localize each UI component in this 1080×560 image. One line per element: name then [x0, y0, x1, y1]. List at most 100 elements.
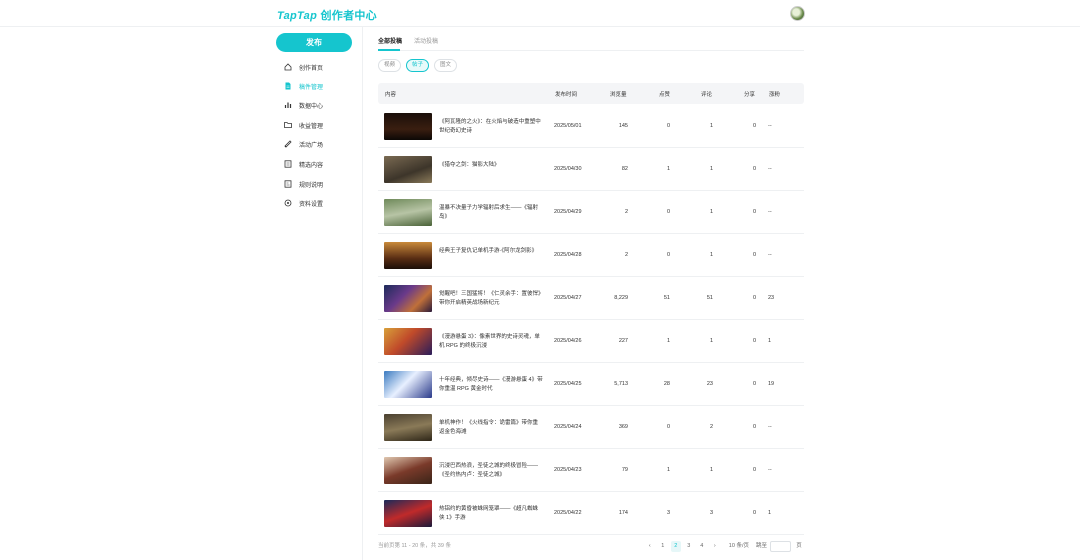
- cell-likes: 0: [666, 209, 670, 215]
- cell-shares: 0: [752, 338, 756, 344]
- post-title[interactable]: 沉浸巴西热浪，圣徒之城的终极冒险——《圣约热内卢：圣徒之城》: [439, 462, 543, 480]
- post-thumbnail[interactable]: [384, 199, 432, 226]
- sidebar-item-label: 精选内容: [299, 162, 324, 169]
- tab-all-submissions[interactable]: 全部投稿: [378, 36, 402, 45]
- post-thumbnail[interactable]: [384, 457, 432, 484]
- table-row[interactable]: 十年经典，倾尽史诗——《漫游悬蛋 4》带你重温 RPG 黄金时代 2025/04/…: [378, 363, 804, 406]
- post-title[interactable]: 觉醒吧！三国猛将！《仁灵余手：置彼悍》带你开启精英战场新纪元: [439, 290, 543, 308]
- cell-shares: 0: [752, 381, 756, 387]
- table-row[interactable]: 觉醒吧！三国猛将！《仁灵余手：置彼悍》带你开启精英战场新纪元 2025/04/27…: [378, 277, 804, 320]
- sidebar-item-manuscripts[interactable]: 稿件管理: [284, 79, 323, 93]
- cell-shares: 0: [752, 467, 756, 473]
- filter-video[interactable]: 视频: [378, 59, 402, 72]
- post-title[interactable]: 经典王子复仇记单机手游·《阿尔龙剑影》: [439, 247, 543, 256]
- page-size-select[interactable]: 10 条/页: [729, 541, 749, 552]
- list-icon: [284, 160, 292, 168]
- logo[interactable]: TapTap 创作者中心: [277, 7, 377, 23]
- page-2[interactable]: 2: [670, 541, 681, 552]
- post-title[interactable]: 《漫游悬蛋 3》：像素世界的史诗灵魂，单机 RPG 的终极沉浸: [439, 333, 543, 351]
- cell-date: 2025/04/22: [554, 510, 582, 516]
- table-row[interactable]: 《阿瓦隆的之火》：在火焰与破造中重塑中世纪奇幻史诗 2025/05/01 145 0 1…: [378, 105, 804, 148]
- cell-shares: 0: [752, 123, 756, 129]
- cell-likes: 1: [666, 338, 670, 344]
- cell-views: 369: [618, 424, 628, 430]
- cell-followers: 23: [768, 295, 775, 301]
- post-title[interactable]: 温暴不决量子力学辐射后求生——《辐射岛》: [439, 204, 543, 222]
- sidebar-item-label: 资料设置: [299, 201, 324, 208]
- table-row[interactable]: 《猎夺之剑：猫影大陆》 2025/04/30 82 1 1 0 --: [378, 148, 804, 191]
- prev-page-icon[interactable]: ‹: [645, 541, 655, 552]
- sidebar-item-settings[interactable]: 资料设置: [284, 196, 323, 210]
- tab-event-submissions[interactable]: 活动投稿: [414, 36, 438, 45]
- cell-likes: 0: [666, 123, 670, 129]
- cell-views: 8,229: [614, 295, 628, 301]
- post-thumbnail[interactable]: [384, 156, 432, 183]
- sidebar-item-events[interactable]: 活动广场: [284, 137, 323, 151]
- cell-date: 2025/05/01: [554, 123, 582, 129]
- page-1[interactable]: 1: [658, 541, 668, 552]
- pagination-summary: 当前页第 11 - 20 条，共 39 条: [378, 543, 451, 549]
- post-title[interactable]: 《阿瓦隆的之火》：在火焰与破造中重塑中世纪奇幻史诗: [439, 118, 543, 136]
- next-page-icon[interactable]: ›: [710, 541, 720, 552]
- page-3[interactable]: 3: [684, 541, 694, 552]
- cell-followers: --: [768, 424, 772, 430]
- header-shares: 分享: [744, 92, 756, 98]
- post-thumbnail[interactable]: [384, 242, 432, 269]
- cell-comments: 1: [709, 252, 713, 258]
- type-filter: 视频 帖子 图文: [378, 59, 458, 73]
- cell-views: 5,713: [614, 381, 628, 387]
- avatar[interactable]: [790, 6, 805, 21]
- sidebar-item-rules[interactable]: 规则说明: [284, 177, 323, 191]
- table-row[interactable]: 温暴不决量子力学辐射后求生——《辐射岛》 2025/04/29 2 0 1 0 --: [378, 191, 804, 234]
- post-thumbnail[interactable]: [384, 414, 432, 441]
- filter-image-text[interactable]: 图文: [434, 59, 458, 72]
- goto-page-input[interactable]: [770, 541, 791, 552]
- sidebar-item-data-center[interactable]: 数据中心: [284, 98, 323, 112]
- cell-date: 2025/04/27: [554, 295, 582, 301]
- sidebar-item-earnings[interactable]: 收益管理: [284, 118, 323, 132]
- cell-comments: 23: [706, 381, 713, 387]
- table-row[interactable]: 《漫游悬蛋 3》：像素世界的史诗灵魂，单机 RPG 的终极沉浸 2025/04/2…: [378, 320, 804, 363]
- cell-date: 2025/04/25: [554, 381, 582, 387]
- header-likes: 点赞: [659, 92, 671, 98]
- post-thumbnail[interactable]: [384, 500, 432, 527]
- megaphone-icon: [284, 140, 292, 148]
- sidebar-item-label: 收益管理: [299, 123, 324, 130]
- cell-likes: 0: [666, 424, 670, 430]
- table-row[interactable]: 经典王子复仇记单机手游·《阿尔龙剑影》 2025/04/28 2 0 1 0 --: [378, 234, 804, 277]
- cell-date: 2025/04/30: [554, 166, 582, 172]
- post-title[interactable]: 热铝约的黄昏被蛛网笼罩——《超凡蜘蛛侠 1》手游: [439, 505, 543, 523]
- post-title[interactable]: 十年经典，倾尽史诗——《漫游悬蛋 4》带你重温 RPG 黄金时代: [439, 376, 543, 394]
- publish-button[interactable]: 发布: [276, 33, 352, 52]
- post-thumbnail[interactable]: [384, 285, 432, 312]
- table-row[interactable]: 热铝约的黄昏被蛛网笼罩——《超凡蜘蛛侠 1》手游 2025/04/22 174 3 3 0…: [378, 492, 804, 535]
- page-4[interactable]: 4: [697, 541, 707, 552]
- header-views: 浏览量: [610, 92, 627, 98]
- table-row[interactable]: 单机神作！《火线指令：诡雷篇》带你重返金色海滩 2025/04/24 369 0 2 0 -…: [378, 406, 804, 449]
- cell-comments: 3: [709, 510, 713, 516]
- cell-shares: 0: [752, 424, 756, 430]
- post-thumbnail[interactable]: [384, 328, 432, 355]
- cell-followers: --: [768, 166, 772, 172]
- sidebar-item-home[interactable]: 创作首页: [284, 60, 323, 74]
- header-date: 发布时间: [555, 92, 578, 98]
- filter-post[interactable]: 帖子: [406, 59, 430, 72]
- post-thumbnail[interactable]: [384, 113, 432, 140]
- post-title[interactable]: 单机神作！《火线指令：诡雷篇》带你重返金色海滩: [439, 419, 543, 437]
- cell-views: 2: [624, 252, 628, 258]
- post-title[interactable]: 《猎夺之剑：猫影大陆》: [439, 161, 543, 170]
- folder-icon: [284, 121, 292, 129]
- cell-shares: 0: [752, 166, 756, 172]
- cell-date: 2025/04/23: [554, 467, 582, 473]
- cell-comments: 1: [709, 166, 713, 172]
- home-icon: [284, 63, 292, 71]
- goto-label: 跳至: [755, 543, 767, 549]
- bar-chart-icon: [284, 101, 292, 109]
- cell-shares: 0: [752, 295, 756, 301]
- cell-followers: --: [768, 209, 772, 215]
- table-row[interactable]: 沉浸巴西热浪，圣徒之城的终极冒险——《圣约热内卢：圣徒之城》 2025/04/23…: [378, 449, 804, 492]
- rules-icon: [284, 180, 292, 188]
- sidebar-item-label: 创作首页: [299, 65, 324, 72]
- sidebar-item-featured[interactable]: 精选内容: [284, 157, 323, 171]
- post-thumbnail[interactable]: [384, 371, 432, 398]
